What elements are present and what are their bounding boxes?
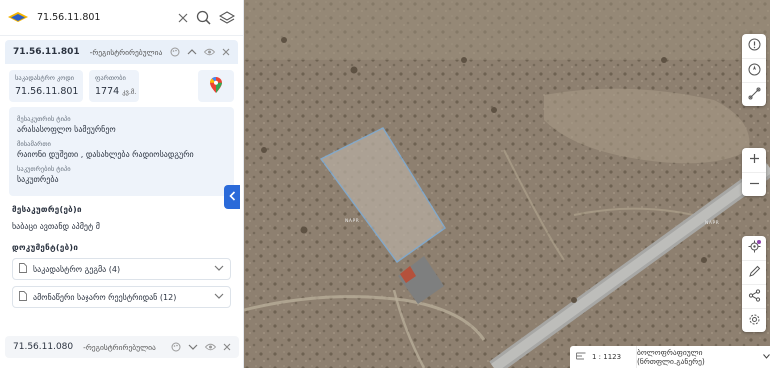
parcel-code: 71.56.11.080: [13, 342, 74, 352]
info-button[interactable]: [742, 34, 766, 58]
google-maps-button[interactable]: [198, 70, 234, 102]
clear-icon[interactable]: [178, 13, 188, 23]
cadastral-code-value: 71.56.11.801: [15, 86, 79, 97]
map-tools-group: [742, 34, 766, 106]
chevron-down-icon[interactable]: [214, 292, 224, 302]
cadastral-code-label: საკადასტრო კოდი: [15, 74, 75, 82]
scale-indicator[interactable]: 1 : 1123: [570, 346, 636, 368]
parcel-card: საკადასტრო კოდი 71.56.11.801 ფართობი 177…: [5, 64, 238, 196]
area-box: ფართობი 1774 კვ.მ.: [89, 70, 139, 102]
scale-icon: [576, 352, 586, 363]
search-input[interactable]: 71.56.11.801: [37, 12, 178, 23]
ownership-label: საკუთრების ტიპი: [17, 165, 71, 173]
collapse-sidebar-button[interactable]: [224, 185, 240, 209]
parcel-header[interactable]: 71.56.11.801 -რეგისტრირებულია: [5, 40, 238, 64]
info-icon: [748, 38, 761, 54]
close-icon[interactable]: [222, 48, 230, 56]
layers-icon[interactable]: [219, 10, 235, 26]
document-label: საკადასტრო გეგმა (4): [33, 264, 121, 274]
zoom-out-button[interactable]: [742, 172, 766, 196]
search-bar: 71.56.11.801: [0, 0, 243, 36]
map-actions-group: [742, 236, 766, 332]
parcel-status: -რეგისტრირებულია: [89, 47, 163, 57]
address-value: რაიონი დუშეთი , დასახლება რადიოსადგური: [17, 150, 194, 159]
parcel-header-secondary[interactable]: 71.56.11.080 -რეგისტრირებულია: [5, 336, 239, 358]
area-value: 1774: [95, 86, 120, 97]
owner-type-label: მესაკუთრის ტიპი: [17, 115, 71, 123]
chevron-up-icon[interactable]: [187, 47, 197, 57]
map-watermark: NAPR: [705, 221, 720, 226]
parcel-status: -რეგისტრირებულია: [83, 342, 156, 352]
owners-text: ხაბაცი ავთანდ აპმეტ მ: [12, 222, 100, 231]
compass-icon: [748, 63, 761, 79]
ownership-value: საკუთრება: [17, 175, 59, 184]
locate-button[interactable]: [742, 236, 766, 260]
map-view[interactable]: NAPR NAPR 1: 1123 ბოლოფრაფიული (ნრთფლი.…: [244, 0, 770, 368]
chevron-down-icon[interactable]: [188, 342, 198, 352]
gear-icon: [748, 313, 761, 329]
chevron-down-icon[interactable]: [214, 264, 224, 274]
basemap-label: ბოლოფრაფიული (ნრთფლი.განერე): [637, 348, 705, 366]
satellite-imagery: [244, 0, 770, 368]
zoom-in-button[interactable]: [742, 148, 766, 172]
palette-icon[interactable]: [171, 342, 181, 352]
document-item-registry-extract[interactable]: ამონაწერი საჯარო რეესტრიდან (12): [12, 286, 231, 308]
ruler-icon: [748, 87, 761, 103]
compass-button[interactable]: [742, 58, 766, 82]
chevron-left-icon: [228, 190, 236, 204]
plus-icon: [749, 153, 760, 167]
close-icon[interactable]: [223, 343, 231, 351]
document-label: ამონაწერი საჯარო რეესტრიდან (12): [33, 292, 177, 302]
document-item-cadastral-plan[interactable]: საკადასტრო გეგმა (4): [12, 258, 231, 280]
documents-title: დოკუმენტ(ებ)ი: [12, 243, 79, 252]
basemap-selector[interactable]: ბოლოფრაფიული (ნრთფლი.განერე): [636, 346, 770, 368]
share-icon: [748, 288, 761, 305]
sidebar: 71.56.11.801 71.56.11.801 -რეგისტრირებულ…: [0, 0, 244, 368]
share-button[interactable]: [742, 284, 766, 308]
parcel-code: 71.56.11.801: [13, 47, 80, 57]
draw-button[interactable]: [742, 260, 766, 284]
owners-title: მესაკუთრე(ებ)ი: [12, 205, 82, 214]
area-unit: კვ.მ.: [122, 88, 137, 96]
pencil-icon: [748, 265, 761, 281]
owner-type-value: არასასოფლო სამეურნეო: [17, 125, 116, 134]
napr-logo: [8, 11, 28, 24]
area-label: ფართობი: [95, 74, 126, 82]
address-label: მისამართი: [17, 140, 51, 148]
document-icon: [19, 262, 27, 276]
document-icon: [19, 290, 27, 304]
scale-value: 1 : 1123: [592, 353, 622, 361]
eye-icon[interactable]: [205, 343, 216, 351]
minus-icon: [749, 178, 760, 192]
search-icon[interactable]: [196, 10, 211, 25]
cadastral-code-box: საკადასტრო კოდი 71.56.11.801: [9, 70, 83, 102]
palette-icon[interactable]: [170, 47, 180, 57]
app-root: 71.56.11.801 71.56.11.801 -რეგისტრირებულ…: [0, 0, 770, 368]
zoom-controls: [742, 148, 766, 196]
chevron-down-icon: [763, 353, 770, 361]
map-pin-icon: [210, 76, 222, 96]
measure-button[interactable]: [742, 82, 766, 106]
settings-button[interactable]: [742, 308, 766, 332]
eye-icon[interactable]: [204, 48, 215, 56]
parcel-details: მესაკუთრის ტიპი არასასოფლო სამეურნეო მის…: [9, 107, 234, 196]
map-watermark: NAPR: [345, 219, 360, 224]
location-icon: [748, 240, 761, 256]
